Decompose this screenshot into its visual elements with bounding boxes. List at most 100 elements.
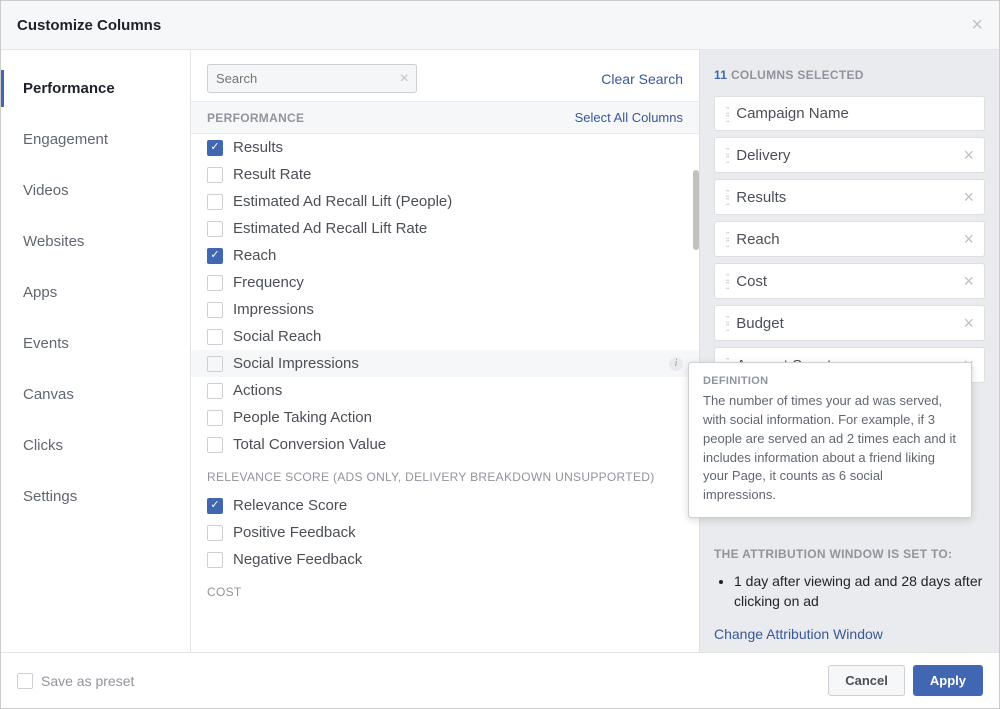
- drag-handle-icon[interactable]: ::::: [725, 231, 728, 247]
- column-option-label: Positive Feedback: [233, 524, 356, 541]
- sidebar-item-events[interactable]: Events: [1, 325, 190, 362]
- column-option[interactable]: Estimated Ad Recall Lift Rate: [191, 215, 699, 242]
- drag-handle-icon[interactable]: ::::: [725, 315, 728, 331]
- section-title: PERFORMANCE: [207, 111, 304, 125]
- checkbox[interactable]: [207, 302, 223, 318]
- selected-column-label: Reach: [736, 231, 779, 248]
- checkbox[interactable]: [207, 140, 223, 156]
- sidebar-item-videos[interactable]: Videos: [1, 172, 190, 209]
- search-box: ×: [207, 64, 417, 93]
- checkbox[interactable]: [207, 383, 223, 399]
- column-option-label: Result Rate: [233, 166, 311, 183]
- remove-column-icon[interactable]: ×: [963, 272, 974, 290]
- remove-column-icon[interactable]: ×: [963, 146, 974, 164]
- checkbox[interactable]: [207, 552, 223, 568]
- column-option-label: Relevance Score: [233, 497, 347, 514]
- sidebar-item-engagement[interactable]: Engagement: [1, 121, 190, 158]
- selected-column[interactable]: ::::Delivery×: [714, 137, 985, 173]
- change-attribution-link[interactable]: Change Attribution Window: [714, 626, 985, 642]
- sidebar-item-canvas[interactable]: Canvas: [1, 376, 190, 413]
- column-option-label: Impressions: [233, 301, 314, 318]
- selected-column-label: Cost: [736, 273, 767, 290]
- checkbox[interactable]: [207, 410, 223, 426]
- drag-handle-icon[interactable]: ::::: [725, 147, 728, 163]
- section-subheader: RELEVANCE SCORE (ADS ONLY, DELIVERY BREA…: [191, 458, 699, 492]
- checkbox[interactable]: [207, 329, 223, 345]
- checkbox[interactable]: [207, 437, 223, 453]
- selected-column[interactable]: ::::Reach ×: [714, 221, 985, 257]
- column-option[interactable]: Relevance Score: [191, 492, 699, 519]
- selected-column[interactable]: ::::Campaign Name: [714, 96, 985, 131]
- column-option[interactable]: Total Conversion Value: [191, 431, 699, 458]
- sidebar-item-websites[interactable]: Websites: [1, 223, 190, 260]
- remove-column-icon[interactable]: ×: [963, 188, 974, 206]
- checkbox[interactable]: [207, 167, 223, 183]
- sidebar-item-performance[interactable]: Performance: [1, 70, 190, 107]
- attribution-block: THE ATTRIBUTION WINDOW IS SET TO: 1 day …: [714, 547, 985, 642]
- sidebar-item-apps[interactable]: Apps: [1, 274, 190, 311]
- attribution-item: 1 day after viewing ad and 28 days after…: [734, 571, 985, 612]
- column-option-label: People Taking Action: [233, 409, 372, 426]
- column-option[interactable]: Actions: [191, 377, 699, 404]
- column-option[interactable]: Estimated Ad Recall Lift (People): [191, 188, 699, 215]
- sidebar-item-settings[interactable]: Settings: [1, 478, 190, 515]
- search-input[interactable]: [207, 64, 417, 93]
- column-option[interactable]: Social Reach: [191, 323, 699, 350]
- close-icon[interactable]: ×: [971, 15, 983, 35]
- column-option-label: Reach: [233, 247, 276, 264]
- remove-column-icon[interactable]: ×: [963, 230, 974, 248]
- checkbox[interactable]: [207, 194, 223, 210]
- attribution-title: THE ATTRIBUTION WINDOW IS SET TO:: [714, 547, 985, 561]
- selected-column[interactable]: ::::Cost ×: [714, 263, 985, 299]
- section-header: PERFORMANCE Select All Columns: [191, 101, 699, 134]
- info-icon[interactable]: i: [669, 357, 683, 371]
- drag-handle-icon[interactable]: ::::: [725, 106, 728, 122]
- column-option-label: Social Impressions: [233, 355, 359, 372]
- column-option-label: Frequency: [233, 274, 304, 291]
- selected-column-label: Campaign Name: [736, 105, 849, 122]
- preset-label: Save as preset: [41, 673, 134, 689]
- drag-handle-icon[interactable]: ::::: [725, 189, 728, 205]
- save-as-preset[interactable]: Save as preset: [17, 673, 134, 689]
- sidebar-item-clicks[interactable]: Clicks: [1, 427, 190, 464]
- apply-button[interactable]: Apply: [913, 665, 983, 696]
- column-option[interactable]: People Taking Action: [191, 404, 699, 431]
- section-subheader: COST: [191, 573, 699, 607]
- column-option[interactable]: Social Impressions i: [191, 350, 699, 377]
- clear-input-icon[interactable]: ×: [400, 70, 409, 88]
- column-option[interactable]: Frequency: [191, 269, 699, 296]
- preset-checkbox[interactable]: [17, 673, 33, 689]
- checkbox[interactable]: [207, 525, 223, 541]
- tooltip-body: The number of times your ad was served, …: [703, 392, 957, 505]
- modal-header: Customize Columns ×: [1, 1, 999, 50]
- checkbox[interactable]: [207, 356, 223, 372]
- checkbox[interactable]: [207, 221, 223, 237]
- sidebar: Performance Engagement Videos Websites Apps E…: [1, 50, 191, 652]
- drag-handle-icon[interactable]: ::::: [725, 273, 728, 289]
- column-option-label: Negative Feedback: [233, 551, 362, 568]
- column-option-label: Social Reach: [233, 328, 321, 345]
- column-option[interactable]: Result Rate: [191, 161, 699, 188]
- columns-list[interactable]: PERFORMANCE Select All Columns Results Resu…: [191, 101, 699, 652]
- column-option[interactable]: Results: [191, 134, 699, 161]
- column-option[interactable]: Negative Feedback: [191, 546, 699, 573]
- selected-count: 11 COLUMNS SELECTED: [714, 68, 985, 82]
- checkbox[interactable]: [207, 498, 223, 514]
- select-all-link[interactable]: Select All Columns: [575, 110, 683, 125]
- column-option[interactable]: Impressions: [191, 296, 699, 323]
- cancel-button[interactable]: Cancel: [828, 665, 905, 696]
- column-option[interactable]: Reach: [191, 242, 699, 269]
- clear-search-link[interactable]: Clear Search: [601, 71, 683, 87]
- checkbox[interactable]: [207, 248, 223, 264]
- remove-column-icon[interactable]: ×: [963, 314, 974, 332]
- selected-column[interactable]: ::::Budget×: [714, 305, 985, 341]
- attribution-list: 1 day after viewing ad and 28 days after…: [714, 571, 985, 612]
- selected-column[interactable]: ::::Results×: [714, 179, 985, 215]
- column-option-label: Results: [233, 139, 283, 156]
- tooltip-heading: DEFINITION: [703, 375, 957, 387]
- footer-buttons: Cancel Apply: [828, 665, 983, 696]
- checkbox[interactable]: [207, 275, 223, 291]
- customize-columns-modal: Customize Columns × Performance Engagemen…: [0, 0, 1000, 709]
- modal-title: Customize Columns: [17, 17, 161, 34]
- column-option[interactable]: Positive Feedback: [191, 519, 699, 546]
